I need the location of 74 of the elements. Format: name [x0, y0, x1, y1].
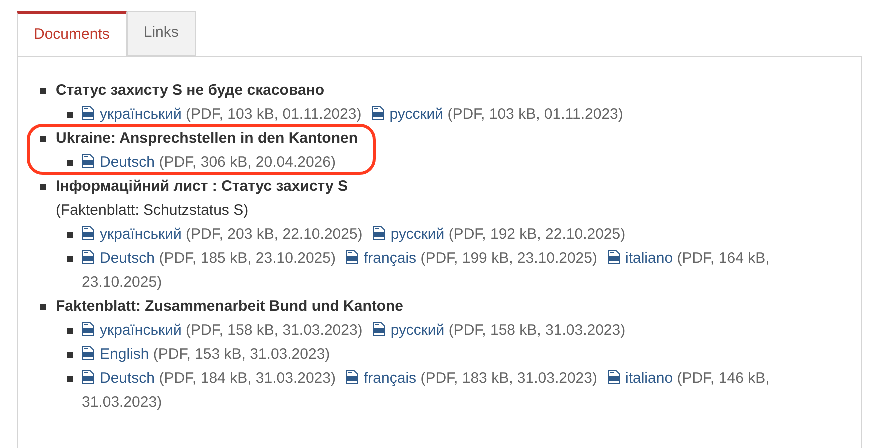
- file-info: (PDF, 158 kB,: [186, 322, 279, 339]
- file-info: (PDF, 158 kB,: [448, 322, 542, 339]
- pdf-file-icon: [82, 250, 94, 264]
- document-link[interactable]: italiano: [626, 250, 674, 267]
- pdf-file-icon: [372, 106, 384, 120]
- document-link[interactable]: Deutsch: [100, 370, 156, 387]
- file-info: (PDF, 103 kB,: [448, 106, 540, 123]
- bullet: [40, 136, 46, 142]
- pdf-file-icon: [608, 250, 620, 264]
- document-link[interactable]: русский: [390, 106, 444, 123]
- bullet: [67, 232, 73, 238]
- document-link[interactable]: український: [100, 106, 182, 123]
- document-link[interactable]: English: [100, 346, 150, 363]
- document-title: Faktenblatt: Zusammenarbeit Bund und Kantone: [56, 297, 405, 317]
- file-date: 01.11.2023): [544, 106, 624, 123]
- file-date: 20.04.2026): [256, 154, 336, 171]
- bullet: [40, 304, 46, 310]
- pdf-file-icon: [372, 322, 385, 336]
- pdf-file-icon: [372, 226, 385, 240]
- file-info: (PDF, 183 kB,: [420, 370, 514, 387]
- bullet: [67, 256, 73, 262]
- document-link[interactable]: український: [100, 322, 182, 339]
- file-date: 01.11.2023): [282, 106, 362, 123]
- bullet: [67, 112, 73, 118]
- document-link[interactable]: Deutsch: [100, 250, 156, 267]
- file-info: (PDF, 164 kB,: [677, 250, 770, 267]
- file-date: 22.10.2025): [282, 226, 363, 243]
- file-date: 31.03.2023): [517, 370, 598, 387]
- file-date: 31.03.2023): [82, 394, 162, 411]
- file-date: 23.10.2025): [256, 250, 336, 267]
- pdf-file-icon: [82, 346, 94, 360]
- pdf-file-icon: [82, 106, 94, 120]
- tab[interactable]: Documents: [17, 11, 127, 56]
- file-info: (PDF, 146 kB,: [677, 370, 770, 387]
- document-title: Інформаційний лист : Статус захисту S: [56, 177, 350, 197]
- pdf-file-icon: [82, 226, 94, 240]
- document-link[interactable]: français: [364, 250, 417, 267]
- file-date: 23.10.2025): [517, 250, 598, 267]
- file-info: (PDF, 153 kB,: [153, 346, 246, 363]
- tab[interactable]: Links: [126, 11, 196, 56]
- file-date: 31.03.2023): [250, 346, 330, 363]
- bullet: [67, 160, 73, 166]
- pdf-file-icon: [608, 370, 620, 384]
- file-info: (PDF, 185 kB,: [159, 250, 252, 267]
- bullet: [40, 184, 46, 190]
- document-link[interactable]: русский: [390, 226, 445, 243]
- file-info: (PDF, 203 kB,: [186, 226, 279, 243]
- file-date: 23.10.2025): [82, 274, 162, 291]
- pdf-file-icon: [346, 370, 358, 384]
- file-info: (PDF, 199 kB,: [420, 250, 514, 267]
- bullet: [67, 328, 73, 334]
- document-link[interactable]: український: [100, 226, 182, 243]
- bullet: [67, 352, 73, 358]
- pdf-file-icon: [82, 370, 94, 384]
- file-date: 22.10.2025): [546, 226, 626, 243]
- file-date: 31.03.2023): [256, 370, 336, 387]
- document-link[interactable]: Deutsch: [100, 154, 156, 171]
- file-info: (PDF, 103 kB,: [186, 106, 279, 123]
- pdf-file-icon: [82, 154, 94, 168]
- document-link[interactable]: italiano: [626, 370, 674, 387]
- file-date: 31.03.2023): [546, 322, 626, 339]
- document-link[interactable]: français: [364, 370, 417, 387]
- bullet: [67, 376, 73, 382]
- file-date: 31.03.2023): [282, 322, 363, 339]
- pdf-file-icon: [346, 250, 358, 264]
- document-link[interactable]: русский: [390, 322, 445, 339]
- document-subtitle: (Faktenblatt: Schutzstatus S): [56, 201, 250, 221]
- document-title: Статус захисту S не буде скасовано: [56, 81, 326, 101]
- file-info: (PDF, 306 kB,: [159, 154, 252, 171]
- document-title: Ukraine: Ansprechstellen in den Kantonen: [56, 129, 359, 149]
- pdf-file-icon: [82, 322, 94, 336]
- file-info: (PDF, 184 kB,: [159, 370, 252, 387]
- bullet: [40, 88, 46, 94]
- file-info: (PDF, 192 kB,: [448, 226, 542, 243]
